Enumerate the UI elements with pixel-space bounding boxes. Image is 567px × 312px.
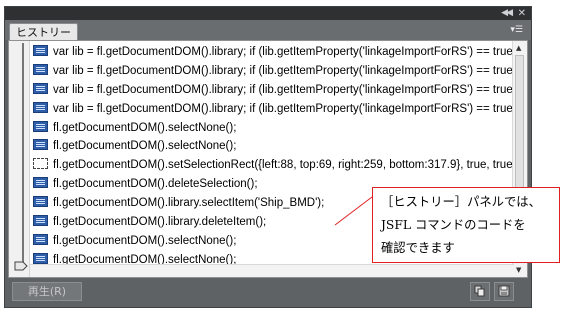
copy-steps-icon: [474, 285, 485, 297]
scroll-up-icon[interactable]: ▲: [516, 43, 521, 53]
script-step-icon: [33, 233, 48, 245]
list-item[interactable]: fl.getDocumentDOM().setSelectionRect({le…: [33, 156, 513, 175]
script-step-icon: [33, 120, 48, 132]
undo-slider-icon[interactable]: [14, 261, 28, 271]
history-gutter: [9, 41, 30, 277]
list-item[interactable]: var lib = fl.getDocumentDOM().library; i…: [33, 100, 513, 119]
collapse-icon[interactable]: ◀◀: [501, 7, 513, 20]
replay-button[interactable]: 再生(R): [12, 282, 82, 301]
callout-line-3: 確認できます: [381, 241, 455, 255]
script-step-icon: [33, 215, 48, 227]
script-step-icon: [33, 45, 48, 56]
list-item-text: var lib = fl.getDocumentDOM().library; i…: [53, 83, 513, 96]
list-item[interactable]: var lib = fl.getDocumentDOM().library; i…: [33, 62, 513, 81]
list-item-text: var lib = fl.getDocumentDOM().library; i…: [53, 102, 513, 115]
gutter-track: [22, 43, 24, 265]
list-item-text: fl.getDocumentDOM().library.selectItem('…: [53, 197, 325, 210]
script-step-icon: [33, 82, 48, 94]
panel-titlebar: ◀◀ ✕: [5, 7, 531, 20]
callout-box: ［ヒストリー］パネルでは、 JSFL コマンドのコードを 確認できます: [372, 187, 560, 263]
list-item[interactable]: var lib = fl.getDocumentDOM().library; i…: [33, 43, 513, 62]
panel-bottom-bar: 再生(R): [8, 280, 528, 305]
list-item-text: fl.getDocumentDOM().deleteSelection();: [53, 178, 258, 191]
list-item[interactable]: fl.getDocumentDOM().selectNone();: [33, 119, 513, 138]
selection-rect-icon: [33, 158, 48, 170]
scroll-down-icon[interactable]: ▼: [516, 265, 521, 275]
save-command-button[interactable]: [494, 282, 514, 301]
panel-menu-icon[interactable]: ▾☰: [510, 24, 523, 36]
list-item[interactable]: fl.getDocumentDOM().selectNone();: [33, 137, 513, 156]
tab-history[interactable]: ヒストリー: [9, 23, 78, 40]
list-item-text: fl.getDocumentDOM().setSelectionRect({le…: [53, 159, 513, 172]
callout-line-1: ［ヒストリー］パネルでは、: [381, 195, 541, 209]
copy-steps-button[interactable]: [470, 282, 490, 301]
script-step-icon: [33, 139, 48, 151]
list-item-text: fl.getDocumentDOM().selectNone();: [53, 140, 237, 153]
script-step-icon: [33, 177, 48, 189]
panel-tab-row: ヒストリー ▾☰: [5, 20, 531, 40]
list-item-text: var lib = fl.getDocumentDOM().library; i…: [53, 64, 513, 77]
list-item-text: fl.getDocumentDOM().selectNone();: [53, 234, 237, 247]
save-command-icon: [498, 285, 510, 297]
list-item[interactable]: var lib = fl.getDocumentDOM().library; i…: [33, 81, 513, 100]
callout-line-2: JSFL コマンドのコードを: [381, 218, 526, 232]
script-step-icon: [33, 196, 48, 208]
list-item-text: var lib = fl.getDocumentDOM().library; i…: [53, 46, 513, 58]
script-step-icon: [33, 63, 48, 75]
horizontal-scrollbar[interactable]: [30, 264, 514, 277]
close-icon[interactable]: ✕: [518, 7, 526, 20]
script-step-icon: [33, 101, 48, 113]
script-step-icon: [33, 252, 48, 264]
list-item-text: fl.getDocumentDOM().selectNone();: [53, 121, 237, 134]
list-item-text: fl.getDocumentDOM().library.deleteItem()…: [53, 216, 267, 229]
